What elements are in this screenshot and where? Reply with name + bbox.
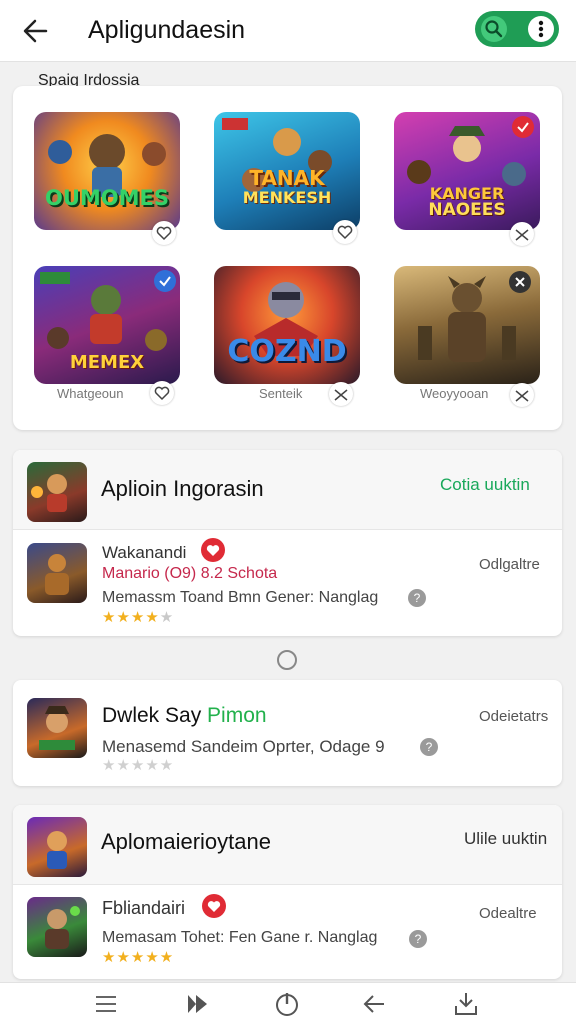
favorite-icon[interactable] xyxy=(333,220,357,244)
circle-icon xyxy=(277,650,297,670)
app-bar: Apligundaesin xyxy=(0,0,576,62)
favorite-icon[interactable] xyxy=(329,382,353,406)
card-header: Aplomaierioytane Ulile uuktin xyxy=(13,805,562,885)
card-header: Aplioin Ingorasin Cotia uuktin xyxy=(13,450,562,530)
app-icon[interactable] xyxy=(27,897,87,957)
favorite-icon[interactable] xyxy=(510,383,534,407)
game-caption: Whatgeoun xyxy=(57,386,124,401)
back-icon[interactable] xyxy=(360,989,390,1019)
game-art-subtext: MENKESH xyxy=(242,188,332,207)
rating-stars: ★★★★★ xyxy=(102,609,175,626)
item-note: Odlgaltre xyxy=(479,556,540,573)
game-tile[interactable]: OUMOMES xyxy=(34,112,180,230)
play-icon[interactable] xyxy=(182,989,212,1019)
app-card: Aplioin Ingorasin Cotia uuktin Wakanandi… xyxy=(13,450,562,636)
rating-stars: ★★★★★ xyxy=(102,949,175,966)
item-description: Memasam Tohet: Fen Gane r. Nanglag xyxy=(102,929,378,946)
search-icon[interactable] xyxy=(481,16,507,42)
card-link[interactable]: Ulile uuktin xyxy=(464,829,547,849)
power-icon[interactable] xyxy=(272,989,302,1019)
badge-check-icon xyxy=(154,270,176,292)
bottom-nav xyxy=(0,982,576,1024)
heart-icon[interactable] xyxy=(202,894,226,918)
game-caption: Weoyyooan xyxy=(420,386,489,401)
app-card: Dwlek Say Pimon Menasemd Sandeim Oprter,… xyxy=(13,680,562,786)
favorite-icon[interactable] xyxy=(152,221,176,245)
page-title: Apligundaesin xyxy=(88,16,246,44)
item-subtitle: Manario (O9) 8.2 Schota xyxy=(102,565,278,582)
badge-close-icon xyxy=(509,271,531,293)
card-title: Aplioin Ingorasin xyxy=(101,476,264,501)
game-art-text: MEMEX xyxy=(69,352,145,373)
download-icon[interactable] xyxy=(451,989,481,1019)
menu-icon[interactable] xyxy=(91,989,121,1019)
header-actions xyxy=(475,11,559,47)
card-title: Aplomaierioytane xyxy=(101,829,271,854)
app-icon[interactable] xyxy=(27,817,87,877)
game-art-text: OUMOMES xyxy=(44,186,170,210)
arrow-left-icon[interactable] xyxy=(18,12,56,50)
item-description: Menasemd Sandeim Oprter, Odage 9 xyxy=(102,737,385,756)
item-name: Wakanandi xyxy=(102,543,187,562)
item-note: Odealtre xyxy=(479,905,537,922)
badge-check-icon xyxy=(512,116,534,138)
card-title: Dwlek Say Pimon xyxy=(102,704,267,728)
game-art-text: COZND xyxy=(227,334,347,369)
item-note: Odeietatrs xyxy=(479,708,549,725)
game-caption: Senteik xyxy=(259,386,303,401)
game-tile[interactable]: TANAK MENKESH xyxy=(214,112,360,230)
help-icon[interactable]: ? xyxy=(409,930,427,948)
app-icon[interactable] xyxy=(27,698,87,758)
games-grid: OUMOMES TANAK MENKESH KANGER NAOEES MEME… xyxy=(13,86,562,430)
favorite-icon[interactable] xyxy=(150,381,174,405)
help-icon[interactable]: ? xyxy=(420,738,438,756)
app-icon[interactable] xyxy=(27,462,87,522)
app-icon[interactable] xyxy=(27,543,87,603)
game-art-text: TANAK xyxy=(249,166,325,190)
card-title-main: Dwlek Say xyxy=(102,704,202,727)
more-vertical-icon[interactable] xyxy=(528,16,554,42)
card-link[interactable]: Cotia uuktin xyxy=(440,475,530,495)
favorite-icon[interactable] xyxy=(510,222,534,246)
game-tile[interactable]: COZND xyxy=(214,266,360,384)
item-description: Memassm Toand Bmn Gener: Nanglag xyxy=(102,589,379,606)
heart-icon[interactable] xyxy=(201,538,225,562)
card-title-accent: Pimon xyxy=(207,704,267,727)
game-art-subtext: NAOEES xyxy=(428,200,506,220)
item-name: Fbliandairi xyxy=(102,898,186,918)
app-card: Aplomaierioytane Ulile uuktin Fbliandair… xyxy=(13,805,562,979)
rating-stars: ★★★★★ xyxy=(102,757,175,774)
help-icon[interactable]: ? xyxy=(408,589,426,607)
